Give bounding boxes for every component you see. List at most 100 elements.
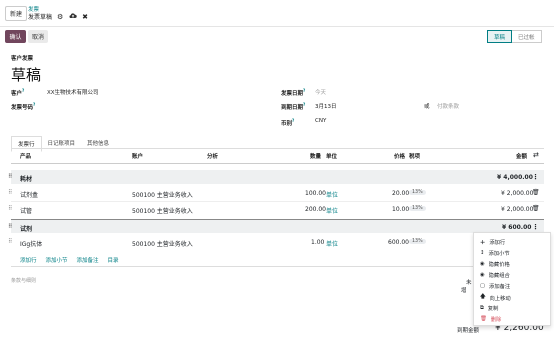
status-posted[interactable]: 已过帐 (512, 30, 542, 43)
col-account[interactable]: 账户 (132, 152, 143, 160)
menu-duplicate[interactable]: ⧉ 复制 (480, 304, 498, 313)
drag-handle-icon[interactable]: ⠿ (8, 223, 13, 230)
col-taxes[interactable]: 税项 (409, 152, 420, 160)
add-links: 添加行 添加小节 添加备注 目录 (20, 256, 119, 264)
tax-badge[interactable]: 13% (409, 190, 426, 195)
line-account[interactable]: 500100 主营业务收入 (132, 239, 193, 248)
line-unit[interactable]: 单位 (326, 190, 338, 199)
menu-hide-prices[interactable]: ◉ 隐藏价格 (480, 260, 510, 268)
trash-icon[interactable]: 🗑 (532, 189, 540, 196)
table-row[interactable]: ⠿ IGg抗体 500100 主营业务收入 1.00 单位 600.00 13% (8, 236, 544, 250)
menu-add-line[interactable]: ＋添加行 (480, 238, 505, 246)
divider (11, 266, 544, 267)
currency-label: 币别? (281, 118, 294, 127)
col-price[interactable]: 价格 (394, 152, 405, 160)
breadcrumb-current-label: 发票草稿 (28, 14, 53, 21)
customer-label: 客户? (11, 88, 24, 97)
line-quantity[interactable]: 200.00 (305, 206, 326, 213)
menu-add-note[interactable]: ▢ 添加备注 (480, 282, 510, 290)
section-name: 耗材 (20, 176, 33, 183)
divider (11, 148, 544, 149)
line-product[interactable]: IGg抗体 (20, 239, 42, 248)
line-product[interactable]: 试管 (20, 206, 32, 215)
status-draft[interactable]: 草稿 (487, 30, 513, 43)
add-section-link[interactable]: 添加小节 (46, 256, 68, 264)
line-account[interactable]: 500100 主营业务收入 (132, 190, 193, 199)
drag-handle-icon[interactable]: ⠿ (8, 205, 12, 212)
menu-hide-composition[interactable]: ◉ 隐藏组合 (480, 271, 510, 279)
menu-item-label: 添加小节 (488, 251, 510, 257)
line-price[interactable]: 600.00 (388, 239, 409, 246)
confirm-button[interactable]: 确认 (5, 30, 26, 43)
drag-handle-icon[interactable]: ⠿ (8, 238, 12, 245)
col-amount[interactable]: 金额 (516, 152, 527, 160)
invoice-date-field[interactable]: 今天 (315, 88, 326, 96)
more-vertical-icon[interactable]: ⋮ (532, 223, 539, 231)
cancel-button[interactable]: 取消 (28, 30, 48, 43)
tax-badge[interactable]: 13% (409, 239, 426, 244)
line-quantity[interactable]: 1.00 (311, 239, 324, 246)
table-row[interactable]: ⠿ 试剂盒 500100 主营业务收入 100.00 单位 20.00 13% … (8, 187, 544, 201)
section-row[interactable]: ⠿ 耗材 ¥ 4,000.00 ⋮ (8, 170, 544, 184)
help-icon[interactable]: ? (303, 102, 305, 107)
drag-handle-icon[interactable]: ⠿ (8, 173, 13, 180)
status-bar: 草稿 已过帐 (487, 30, 542, 43)
currency-label-text: 币别 (281, 120, 293, 127)
help-icon[interactable]: ? (22, 88, 24, 93)
col-product[interactable]: 产品 (20, 152, 31, 160)
menu-delete[interactable]: 🗑 删除 (480, 315, 501, 323)
drag-handle-icon[interactable]: ⠿ (8, 189, 12, 196)
due-date-field[interactable]: 3月13日 (315, 102, 337, 110)
tab-invoice-lines[interactable]: 发票行 (11, 136, 42, 152)
help-icon[interactable]: ? (292, 118, 294, 123)
line-price[interactable]: 10.00 (392, 206, 409, 213)
menu-item-label: 隐藏价格 (488, 262, 510, 268)
terms-field[interactable]: 条款与细则 (11, 277, 36, 284)
line-price[interactable]: 20.00 (392, 190, 409, 197)
column-settings-icon[interactable]: ⇄ (533, 151, 539, 159)
section-total: ¥ 4,000.00 (497, 174, 533, 181)
col-analytic[interactable]: 分析 (207, 152, 218, 160)
payment-terms-field[interactable]: 付款条款 (437, 102, 459, 110)
cloud-upload-icon[interactable] (69, 12, 77, 19)
help-icon[interactable]: ? (303, 88, 305, 93)
line-quantity[interactable]: 100.00 (305, 190, 326, 197)
section-icon: ↕ (480, 250, 485, 256)
customer-field[interactable]: XX生物技术有限公司 (47, 88, 99, 96)
more-vertical-icon[interactable]: ⋮ (532, 173, 539, 181)
due-date-label-text: 到期日期 (281, 104, 304, 111)
copy-icon: ⧉ (480, 304, 484, 311)
trash-icon[interactable]: 🗑 (532, 205, 540, 212)
section-total: ¥ 600.00 (502, 224, 532, 231)
or-label: 或 (424, 104, 430, 110)
line-unit[interactable]: 单位 (326, 239, 338, 248)
section-name: 试剂 (20, 226, 33, 233)
customer-label-text: 客户 (11, 90, 23, 97)
close-icon[interactable]: ✖ (82, 13, 88, 21)
tax-label: 增 (461, 288, 467, 294)
catalog-link[interactable]: 目录 (108, 256, 119, 264)
menu-item-label: 添加行 (489, 240, 506, 246)
line-product[interactable]: 试剂盒 (20, 190, 38, 199)
plus-icon: ＋ (480, 240, 486, 246)
col-quantity[interactable]: 数量 (310, 152, 321, 160)
add-note-link[interactable]: 添加备注 (77, 256, 99, 264)
tax-badge[interactable]: 13% (409, 206, 426, 211)
col-unit[interactable]: 单位 (326, 152, 337, 160)
new-button[interactable]: 新建 (5, 6, 27, 21)
help-icon[interactable]: ? (33, 102, 35, 107)
gear-icon[interactable]: ⚙ (57, 13, 63, 21)
eye-icon: ◉ (480, 272, 485, 278)
add-line-link[interactable]: 添加行 (20, 256, 37, 264)
tab-other-info[interactable]: 其他信息 (81, 136, 115, 152)
menu-add-section[interactable]: ↕ 添加小节 (480, 249, 510, 257)
menu-move-up[interactable]: 🡅 向上移动 (480, 293, 511, 302)
currency-field[interactable]: CNY (315, 118, 326, 124)
section-row[interactable]: ⠿ 试剂 ¥ 600.00 ⋮ (8, 219, 544, 233)
note-icon: ▢ (480, 283, 486, 289)
line-account[interactable]: 500100 主营业务收入 (132, 206, 193, 215)
line-unit[interactable]: 单位 (326, 206, 338, 215)
tab-journal-items[interactable]: 日记账项目 (42, 136, 82, 152)
table-row[interactable]: ⠿ 试管 500100 主营业务收入 200.00 单位 10.00 13% ¥… (8, 203, 544, 217)
ref-label-text: 发票号码 (11, 104, 34, 111)
